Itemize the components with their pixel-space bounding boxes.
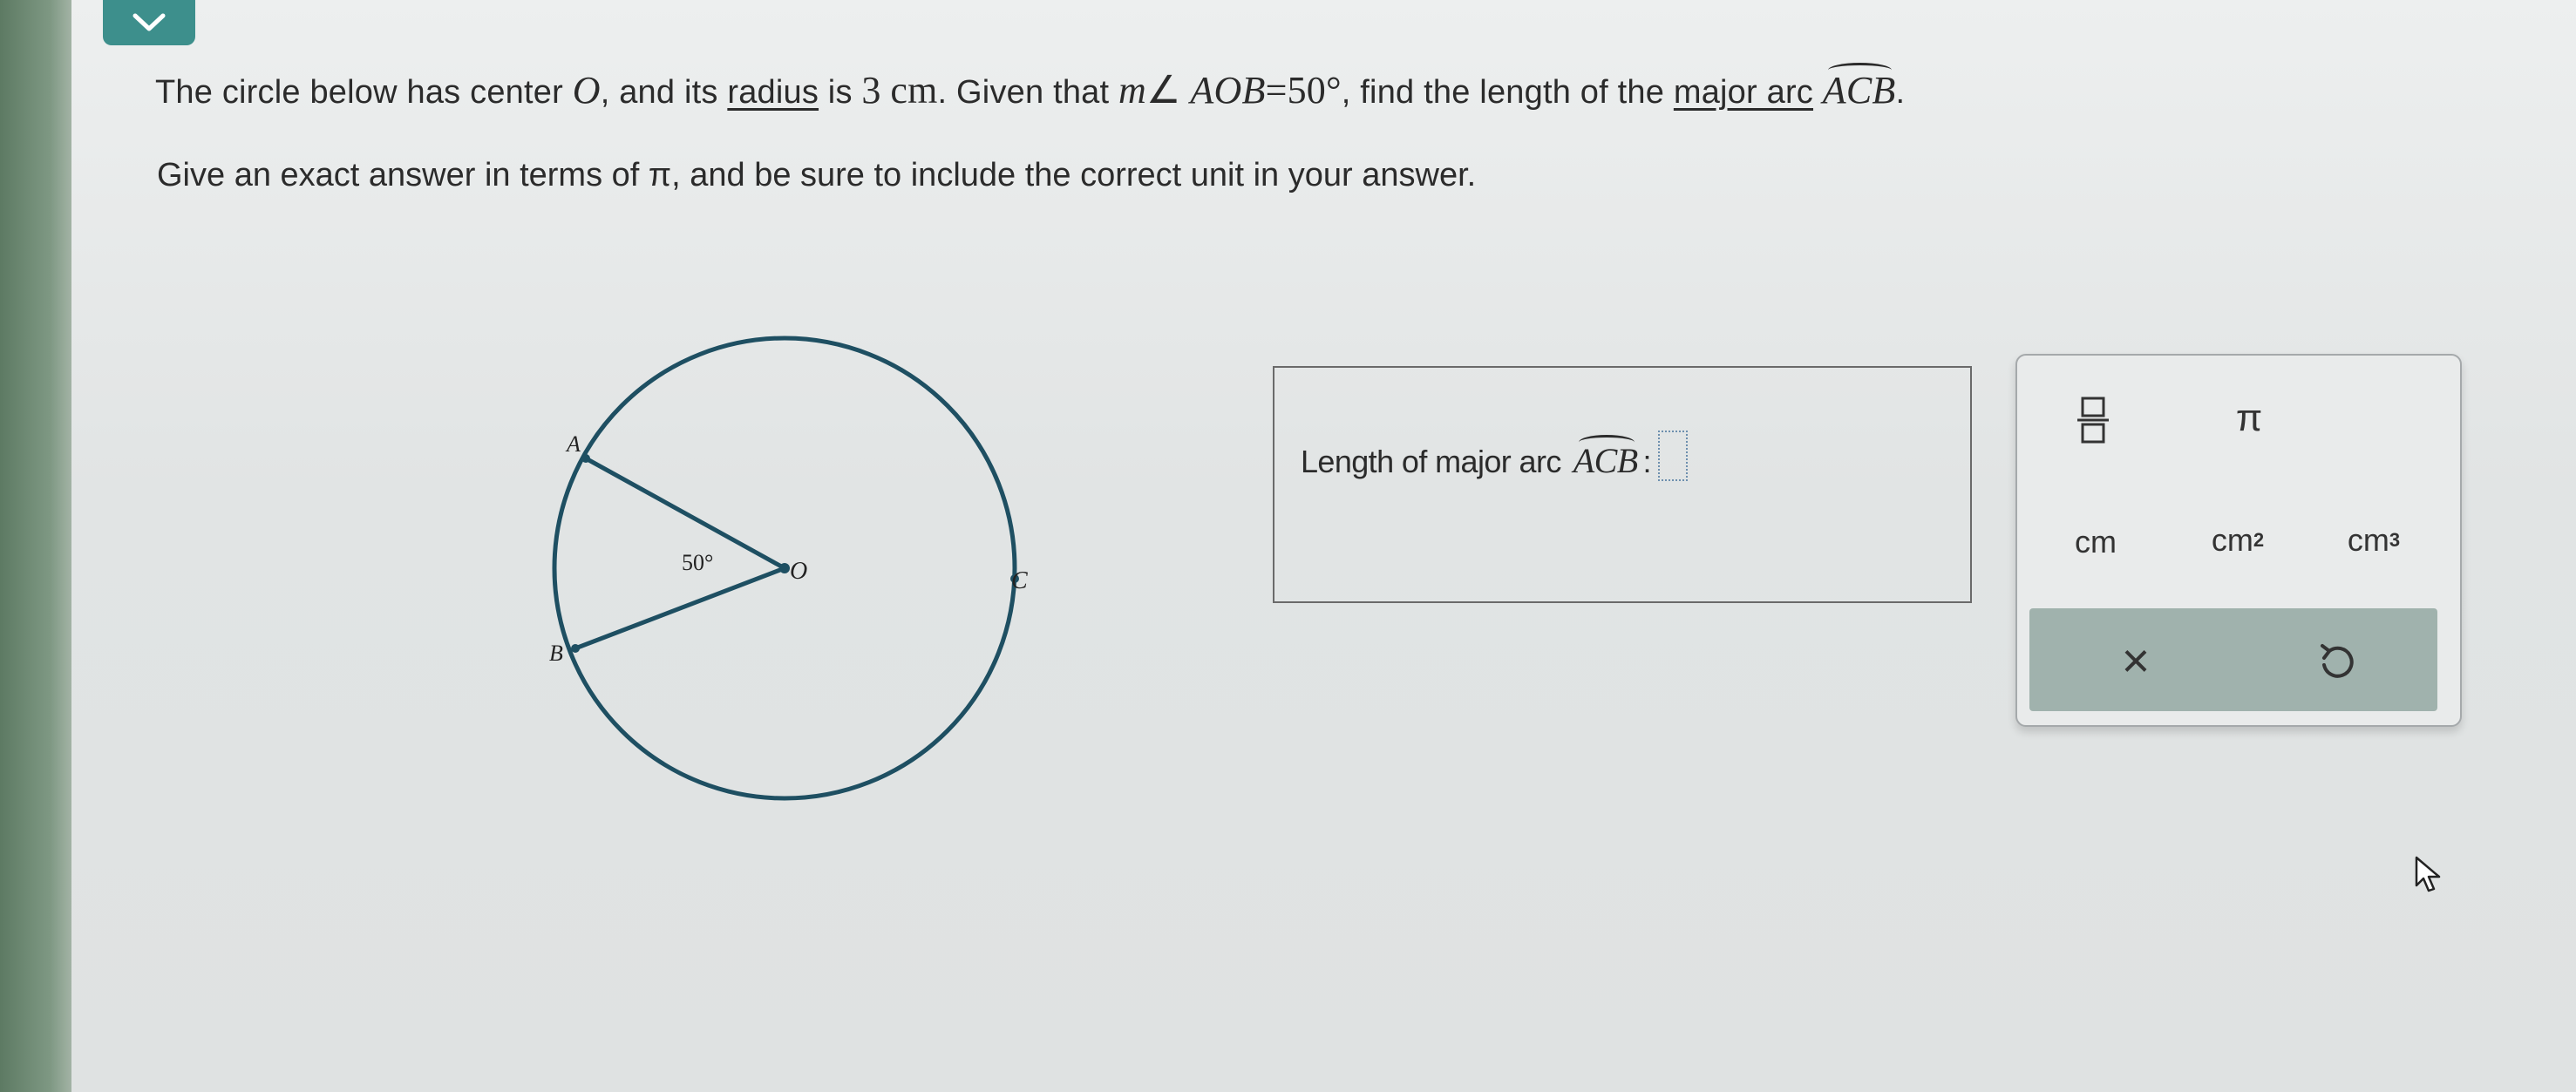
- clear-button[interactable]: ×: [2092, 629, 2179, 690]
- label-b: B: [549, 641, 563, 666]
- answer-colon: :: [1642, 444, 1652, 479]
- point-b: [571, 644, 580, 653]
- answer-arc-name: ACB: [1573, 435, 1638, 480]
- angle-m: m: [1118, 69, 1146, 112]
- left-sidebar-strip: [0, 0, 71, 1092]
- angle-equals: =: [1265, 69, 1288, 112]
- cm2-text: cm: [2211, 522, 2253, 558]
- question-part: is: [819, 74, 862, 111]
- pi-button[interactable]: π: [2214, 390, 2284, 446]
- question-text: The circle below has center O, and its r…: [155, 63, 1906, 112]
- major-arc-link[interactable]: major arc: [1674, 74, 1813, 111]
- answer-label: Length of major arc ACB :: [1301, 422, 1688, 481]
- answer-input[interactable]: [1657, 431, 1688, 481]
- undo-button[interactable]: [2293, 629, 2380, 690]
- center-label: O: [572, 69, 601, 112]
- radius-value: 3: [861, 69, 881, 112]
- question-part: , and its: [600, 74, 728, 111]
- cm3-text: cm: [2347, 522, 2389, 558]
- angle-label: 50°: [682, 550, 713, 575]
- circle-figure: A B C O 50°: [549, 336, 1028, 801]
- math-palette: π cm cm 2 cm 3 ×: [2015, 354, 2462, 727]
- question-part: .: [1895, 74, 1906, 111]
- question-part: The circle below has center: [155, 74, 573, 111]
- angle-symbol: ∠: [1146, 69, 1181, 112]
- radius-link[interactable]: radius: [727, 74, 819, 111]
- point-a: [581, 454, 590, 463]
- label-o: O: [790, 558, 807, 585]
- radius-unit: cm: [890, 69, 938, 112]
- cm3-button[interactable]: cm 3: [2326, 512, 2422, 568]
- answer-label-text: Length of major arc: [1301, 444, 1561, 479]
- fraction-icon: [2077, 397, 2109, 444]
- chevron-down-icon: [133, 13, 166, 31]
- question-part: . Given that: [937, 74, 1119, 111]
- angle-value: 50°: [1287, 69, 1342, 112]
- cm2-exponent: 2: [2253, 529, 2265, 551]
- question-part: , find the length of the: [1341, 74, 1674, 111]
- fraction-button[interactable]: [2063, 389, 2124, 450]
- cm-button[interactable]: cm: [2052, 516, 2139, 568]
- mouse-cursor-icon: [2415, 856, 2441, 892]
- cm3-exponent: 3: [2389, 529, 2401, 551]
- answer-box: Length of major arc ACB :: [1273, 366, 1972, 603]
- label-a: A: [565, 431, 581, 457]
- angle-name: AOB: [1190, 69, 1266, 112]
- cm2-button[interactable]: cm 2: [2190, 512, 2286, 568]
- undo-icon: [2321, 644, 2354, 678]
- point-o: [779, 563, 790, 573]
- radius-ob: [574, 566, 785, 651]
- collapse-button[interactable]: [103, 0, 195, 45]
- arc-name: ACB: [1822, 63, 1896, 112]
- action-bar: ×: [2029, 608, 2437, 711]
- instruction-text: Give an exact answer in terms of π, and …: [157, 157, 1477, 193]
- label-c: C: [1011, 567, 1028, 594]
